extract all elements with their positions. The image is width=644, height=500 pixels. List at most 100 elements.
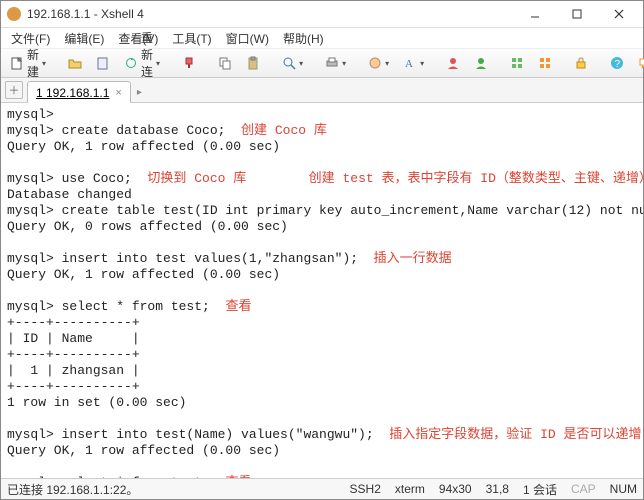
tabbar: ＋ 1 192.168.1.1 × ▸ <box>1 78 643 103</box>
term-line: +----+----------+ <box>7 347 140 362</box>
help-button[interactable]: ? <box>605 51 629 75</box>
open-button[interactable] <box>63 51 87 75</box>
annotation: 切换到 Coco 库 <box>132 171 246 186</box>
chevron-down-icon: ▾ <box>299 59 303 68</box>
svg-text:?: ? <box>615 59 621 70</box>
status-sessions: 1 会话 <box>523 481 557 498</box>
term-line: mysql> insert into test values(1,"zhangs… <box>7 251 358 266</box>
maximize-button[interactable] <box>557 3 597 25</box>
annotation: 创建 Coco 库 <box>225 123 326 138</box>
paste-button[interactable] <box>241 51 265 75</box>
statusbar: 已连接 192.168.1.1:22。 SSH2 xterm 94x30 31,… <box>1 478 643 499</box>
tab-session[interactable]: 1 192.168.1.1 × <box>27 81 131 103</box>
reconnect-button[interactable]: 重新连接 ▾ <box>119 51 165 75</box>
palette-icon <box>368 56 382 70</box>
term-line: +----+----------+ <box>7 315 140 330</box>
minimize-button[interactable] <box>515 3 555 25</box>
new-label: 新建 <box>27 46 39 80</box>
app-window: 192.168.1.1 - Xshell 4 文件(F) 编辑(E) 查看(V)… <box>0 0 644 500</box>
tab-label: 1 192.168.1.1 <box>36 86 109 100</box>
terminal[interactable]: mysql> mysql> create database Coco; 创建 C… <box>1 103 643 478</box>
annotation: 插入一行数据 <box>358 251 452 266</box>
term-line: Query OK, 1 row affected (0.00 sec) <box>7 443 280 458</box>
prompt: mysql> <box>7 107 54 122</box>
chevron-down-icon: ▾ <box>385 59 389 68</box>
reconnect-icon <box>124 56 138 70</box>
toolbar: 新建 ▾ 重新连接 ▾ ▾ ▾ ▾ A▾ ? <box>1 49 643 78</box>
chevron-down-icon: ▾ <box>156 59 160 68</box>
users-button[interactable] <box>441 51 465 75</box>
lock-button[interactable] <box>569 51 593 75</box>
status-term: xterm <box>395 482 425 496</box>
term-line: | ID | Name | <box>7 331 140 346</box>
chat-button[interactable] <box>633 51 644 75</box>
copy-icon <box>218 56 232 70</box>
user-green-icon <box>474 56 488 70</box>
menu-edit[interactable]: 编辑(E) <box>58 29 110 48</box>
menu-window[interactable]: 窗口(W) <box>220 29 275 48</box>
disconnect-icon <box>182 56 196 70</box>
print-icon <box>325 56 339 70</box>
menu-view[interactable]: 查看(V) <box>112 29 164 48</box>
term-line: mysql> use Coco; <box>7 171 132 186</box>
help-icon: ? <box>610 56 624 70</box>
window-title: 192.168.1.1 - Xshell 4 <box>27 7 515 21</box>
term-line: | 1 | zhangsan | <box>7 363 140 378</box>
color-button[interactable]: ▾ <box>363 51 394 75</box>
chevron-down-icon: ▾ <box>342 59 346 68</box>
grid-icon <box>510 56 524 70</box>
font-button[interactable]: A▾ <box>398 51 429 75</box>
print-button[interactable]: ▾ <box>320 51 351 75</box>
grid1-button[interactable] <box>505 51 529 75</box>
properties-button[interactable] <box>91 51 115 75</box>
status-size: 94x30 <box>439 482 472 496</box>
copy-button[interactable] <box>213 51 237 75</box>
term-line: Query OK, 0 rows affected (0.00 sec) <box>7 219 288 234</box>
tab-overflow-icon[interactable]: ▸ <box>137 87 142 98</box>
status-cursor: 31,8 <box>486 482 509 496</box>
term-line: Database changed <box>7 187 132 202</box>
lock-icon <box>574 56 588 70</box>
grid2-button[interactable] <box>533 51 557 75</box>
chevron-down-icon: ▾ <box>42 59 46 68</box>
grid-orange-icon <box>538 56 552 70</box>
new-tab-button[interactable]: ＋ <box>5 81 23 99</box>
menu-help[interactable]: 帮助(H) <box>277 29 330 48</box>
tab-close-icon[interactable]: × <box>115 87 121 99</box>
app-icon <box>7 7 21 21</box>
annotation: 插入指定字段数据，验证 ID 是否可以递增 <box>374 427 642 442</box>
menubar: 文件(F) 编辑(E) 查看(V) 工具(T) 窗口(W) 帮助(H) <box>1 28 643 49</box>
chat-icon <box>638 56 644 70</box>
chevron-down-icon: ▾ <box>420 59 424 68</box>
new-button[interactable]: 新建 ▾ <box>5 51 51 75</box>
annotation: 查看 <box>210 299 252 314</box>
folder-icon <box>68 56 82 70</box>
term-line: mysql> create database Coco; <box>7 123 225 138</box>
term-line: mysql> insert into test(Name) values("wa… <box>7 427 374 442</box>
term-line: mysql> create table test(ID int primary … <box>7 203 643 218</box>
term-line: Query OK, 1 row affected (0.00 sec) <box>7 139 280 154</box>
status-connection: 已连接 192.168.1.1:22。 <box>7 481 138 498</box>
disconnect-button[interactable] <box>177 51 201 75</box>
status-protocol: SSH2 <box>350 482 381 496</box>
paste-icon <box>246 56 260 70</box>
new-icon <box>10 56 24 70</box>
page-icon <box>96 56 110 70</box>
user-red-icon <box>446 56 460 70</box>
term-line: 1 row in set (0.00 sec) <box>7 395 186 410</box>
users-green-button[interactable] <box>469 51 493 75</box>
status-cap: CAP <box>571 482 596 496</box>
annotation: 创建 test 表，表中字段有 ID（整数类型、主键、递增），Name（不允许为… <box>246 171 643 186</box>
term-line: mysql> select * from test; <box>7 299 210 314</box>
term-line: +----+----------+ <box>7 379 140 394</box>
status-num: NUM <box>610 482 637 496</box>
find-button[interactable]: ▾ <box>277 51 308 75</box>
font-icon: A <box>403 56 417 70</box>
search-icon <box>282 56 296 70</box>
close-button[interactable] <box>599 3 639 25</box>
svg-text:A: A <box>405 58 413 70</box>
menu-file[interactable]: 文件(F) <box>5 29 56 48</box>
titlebar: 192.168.1.1 - Xshell 4 <box>1 1 643 28</box>
menu-tools[interactable]: 工具(T) <box>166 29 217 48</box>
term-line: Query OK, 1 row affected (0.00 sec) <box>7 267 280 282</box>
